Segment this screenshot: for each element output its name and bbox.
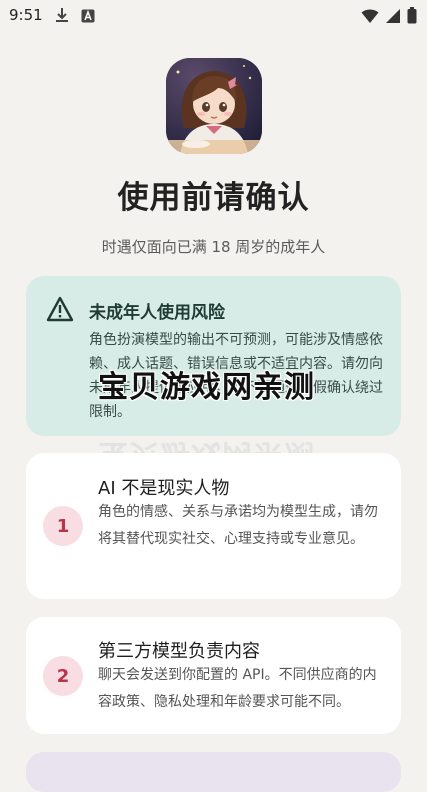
watermark-text: 宝贝游戏网亲测 [98,370,315,405]
number-badge: 1 [43,506,83,546]
battery-icon [407,7,417,28]
card-title: 第三方模型负责内容 [98,641,260,662]
notice-card-1: 1 AI 不是现实人物 角色的情感、关系与承诺均为模型生成，请勿将其替代现实社交… [26,453,401,599]
page-title: 使用前请确认 [117,180,310,216]
notice-card-3-partial [26,752,401,792]
number-badge: 2 [43,656,83,696]
minor-risk-warning-card: 未成年人使用风险 角色扮演模型的输出不可预测，可能涉及情感依赖、成人话题、错误信… [26,276,401,436]
status-icons-left [55,7,95,27]
card-body: 角色的情感、关系与承诺均为模型生成，请勿将其替代现实社交、心理支持或专业意见。 [98,504,378,547]
warning-title: 未成年人使用风险 [89,303,225,323]
status-time: 9:51 [9,6,43,24]
card-title: AI 不是现实人物 [98,478,230,499]
page-subtitle: 时遇仅面向已满 18 周岁的成年人 [101,238,326,256]
app-logo [166,58,262,154]
status-icons-right [361,7,417,28]
warning-triangle-icon [46,296,74,326]
a-box-icon [81,8,95,27]
signal-icon [385,8,401,28]
notice-card-2: 2 第三方模型负责内容 聊天会发送到你配置的 API。不同供应商的内容政策、隐私… [26,617,401,734]
wifi-icon [361,8,379,28]
download-icon [55,7,69,27]
card-body: 聊天会发送到你配置的 API。不同供应商的内容政策、隐私处理和年龄要求可能不同。 [98,667,377,710]
status-bar: 9:51 [0,0,427,30]
